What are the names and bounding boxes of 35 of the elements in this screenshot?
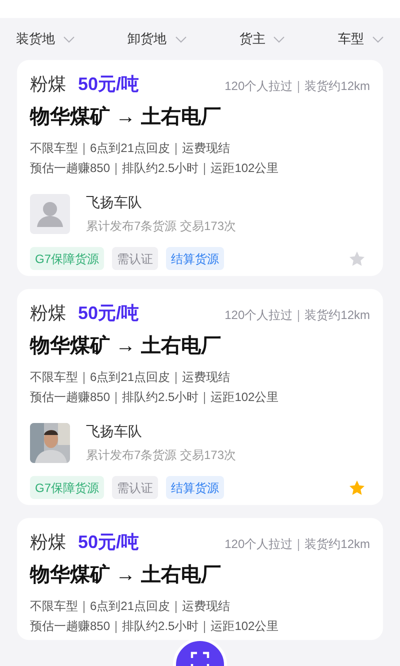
price: 50元/吨 xyxy=(78,531,140,554)
tag: G7保障货源 xyxy=(30,476,104,499)
route: 物华煤矿 → 土右电厂 xyxy=(30,562,222,588)
load-stats: 120个人拉过｜装货约12km xyxy=(224,307,370,324)
filter-dropdown[interactable]: 装货地 xyxy=(16,29,75,49)
cargo-card[interactable]: 粉煤 50元/吨 120个人拉过｜装货约12km 物华煤矿 → 土右电厂 不限车型｜6点到21点回皮｜运费现结 预估一趟赚850｜排队约2.5小时｜运距102公里 xyxy=(17,518,383,640)
owner-name: 飞扬车队 xyxy=(86,193,143,212)
owner-name: 飞扬车队 xyxy=(86,422,143,441)
price: 50元/吨 xyxy=(78,302,140,325)
filter-dropdown[interactable]: 货主 xyxy=(239,29,286,49)
cargo-type: 粉煤 xyxy=(30,531,66,554)
cargo-type: 粉煤 xyxy=(30,73,66,96)
detail-line: 不限车型｜6点到21点回皮｜运费现结 xyxy=(30,598,232,614)
cargo-card[interactable]: 粉煤 50元/吨 120个人拉过｜装货约12km 物华煤矿 → 土右电厂 不限车型｜6点到21点回皮｜运费现结 预估一趟赚850｜排队约2.5小时｜运距102公里 飞扬车队 累计发布7条货源 交易173次 G7保障货源 需认证 结算货源 xyxy=(17,60,383,276)
cargo-card[interactable]: 粉煤 50元/吨 120个人拉过｜装货约12km 物华煤矿 → 土右电厂 不限车型｜6点到21点回皮｜运费现结 预估一趟赚850｜排队约2.5小时｜运距102公里 飞扬车队 累计发布7条货源 交易173次 G7保障货源 需认证 结算货源 xyxy=(17,289,383,505)
tag: 结算货源 xyxy=(166,247,224,270)
tag: 需认证 xyxy=(112,476,158,499)
owner-summary: 累计发布7条货源 交易173次 xyxy=(86,447,236,464)
detail-line: 预估一趟赚850｜排队约2.5小时｜运距102公里 xyxy=(30,618,280,634)
cargo-type: 粉煤 xyxy=(30,302,66,325)
detail-line: 不限车型｜6点到21点回皮｜运费现结 xyxy=(30,369,232,385)
tag: G7保障货源 xyxy=(30,247,104,270)
filter-dropdown[interactable]: 卸货地 xyxy=(128,29,187,49)
owner-summary: 累计发布7条货源 交易173次 xyxy=(86,218,236,235)
route: 物华煤矿 → 土右电厂 xyxy=(30,104,222,130)
tag: 需认证 xyxy=(112,247,158,270)
detail-line: 预估一趟赚850｜排队约2.5小时｜运距102公里 xyxy=(30,389,280,405)
price: 50元/吨 xyxy=(78,73,140,96)
detail-line: 不限车型｜6点到21点回皮｜运费现结 xyxy=(30,140,232,156)
load-stats: 120个人拉过｜装货约12km xyxy=(224,536,370,553)
route: 物华煤矿 → 土右电厂 xyxy=(30,334,222,359)
filter-dropdown[interactable]: 车型 xyxy=(338,29,384,49)
detail-line: 预估一趟赚850｜排队约2.5小时｜运距102公里 xyxy=(30,160,280,176)
load-stats: 120个人拉过｜装货约12km xyxy=(224,78,370,95)
tag: 结算货源 xyxy=(166,476,224,499)
